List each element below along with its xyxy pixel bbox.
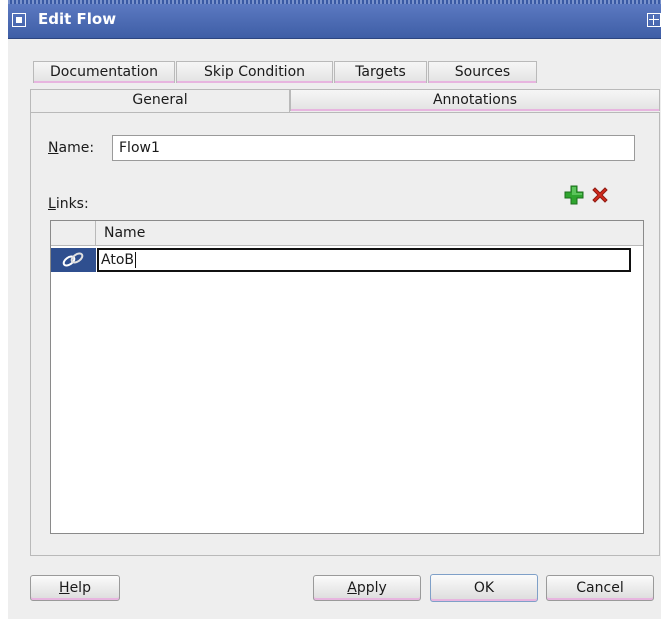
tab-skip-condition[interactable]: Skip Condition — [176, 61, 333, 83]
delete-link-icon[interactable] — [590, 185, 610, 205]
add-link-icon[interactable] — [564, 185, 584, 205]
cancel-label: Cancel — [576, 580, 624, 596]
name-field[interactable] — [112, 135, 635, 161]
cancel-button[interactable]: Cancel — [546, 575, 654, 601]
help-mnemonic: H — [59, 580, 70, 596]
tab-general[interactable]: General — [30, 89, 290, 113]
tab-label: General — [132, 92, 188, 108]
links-label: Links: — [48, 196, 89, 212]
tab-label: Documentation — [50, 64, 158, 80]
link-name-editor[interactable]: AtoB — [97, 248, 631, 272]
tab-sources[interactable]: Sources — [428, 61, 537, 83]
links-table[interactable]: Name AtoB — [50, 220, 644, 534]
tab-label: Targets — [355, 64, 406, 80]
help-button[interactable]: Help — [30, 575, 120, 601]
link-name-text: AtoB — [101, 252, 134, 268]
tab-label: Sources — [454, 64, 511, 80]
name-label-mnemonic: N — [48, 140, 59, 156]
icon-column-header[interactable] — [51, 221, 96, 245]
window-menu-icon[interactable] — [12, 13, 26, 27]
apply-mnemonic: A — [347, 580, 357, 596]
title-bar-texture — [8, 0, 661, 4]
tab-annotations[interactable]: Annotations — [290, 89, 660, 111]
name-label-text: ame: — [58, 140, 95, 156]
apply-button[interactable]: Apply — [313, 575, 421, 601]
window-title: Edit Flow — [38, 10, 117, 28]
maximize-icon[interactable] — [647, 13, 661, 27]
text-caret — [135, 252, 136, 268]
tab-label: Annotations — [432, 92, 518, 108]
help-label: elp — [69, 580, 91, 596]
table-header: Name — [51, 221, 643, 246]
apply-label: pply — [356, 580, 387, 596]
tab-documentation[interactable]: Documentation — [33, 61, 175, 83]
tab-targets[interactable]: Targets — [334, 61, 427, 83]
link-icon — [62, 252, 84, 267]
link-icon-cell[interactable] — [51, 248, 96, 272]
links-label-text: inks: — [55, 196, 89, 212]
edit-flow-dialog: Edit Flow Documentation Skip Condition T… — [8, 0, 661, 619]
table-row[interactable]: AtoB — [51, 248, 643, 272]
name-label: Name: — [48, 140, 94, 156]
ok-label: OK — [473, 580, 495, 596]
ok-button[interactable]: OK — [430, 574, 538, 602]
name-column-header[interactable]: Name — [104, 225, 145, 241]
links-label-mnemonic: L — [48, 196, 56, 212]
tab-label: Skip Condition — [203, 64, 306, 80]
title-bar[interactable]: Edit Flow — [8, 0, 661, 39]
